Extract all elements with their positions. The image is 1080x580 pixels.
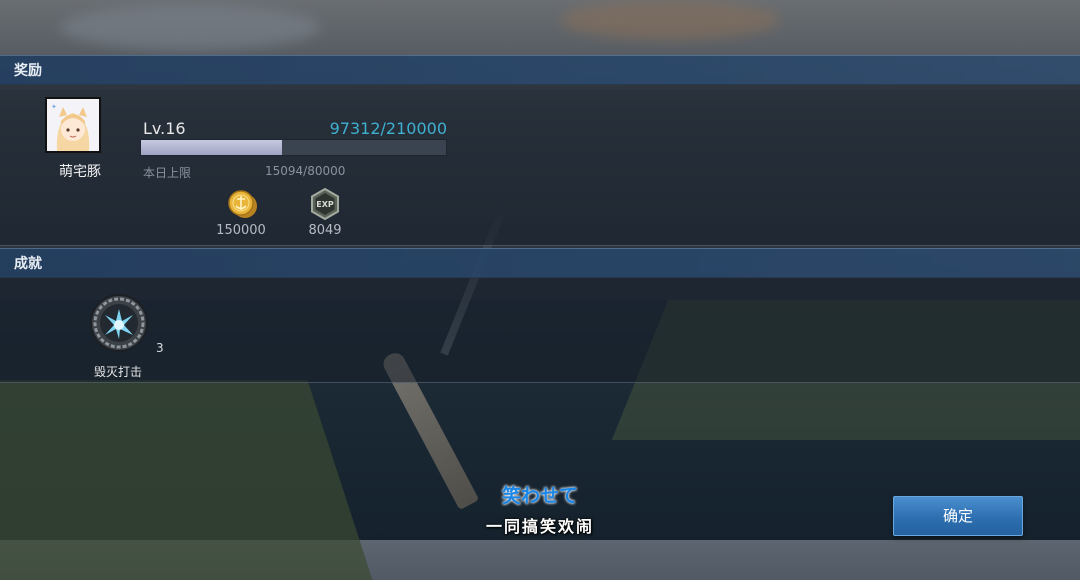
- background-land: [0, 380, 373, 580]
- daily-limit-value: 15094/80000: [265, 164, 346, 178]
- player-name: 萌宅豚: [59, 164, 101, 180]
- achievements-section-title: 成就: [14, 256, 42, 272]
- player-avatar: ✦: [45, 97, 101, 153]
- achievements-section-header: 成就: [0, 248, 1080, 278]
- svg-text:EXP: EXP: [316, 200, 334, 209]
- confirm-button[interactable]: 确定: [893, 496, 1023, 536]
- gold-coin-icon: [225, 188, 257, 220]
- background-cloud: [60, 5, 320, 50]
- exp-progress-text: 97312/210000: [329, 119, 447, 138]
- exp-progress-bar: [140, 139, 447, 156]
- daily-limit-label: 本日上限: [143, 166, 192, 180]
- player-level: Lv.16: [143, 119, 186, 138]
- exp-badge-icon: EXP: [309, 187, 341, 221]
- background-cloud: [560, 0, 780, 40]
- rewards-section-title: 奖励: [14, 63, 42, 79]
- reward-exp-value: 8049: [308, 223, 342, 238]
- reward-gold-value: 150000: [216, 223, 266, 238]
- achievements-panel: [0, 277, 1080, 383]
- achievement-name: 毁灭打击: [93, 365, 142, 379]
- achievement-count: 3: [156, 341, 164, 355]
- rewards-section-header: 奖励: [0, 55, 1080, 85]
- svg-text:✦: ✦: [51, 103, 57, 111]
- destruction-strike-icon: [89, 293, 149, 353]
- exp-progress-fill: [141, 140, 283, 155]
